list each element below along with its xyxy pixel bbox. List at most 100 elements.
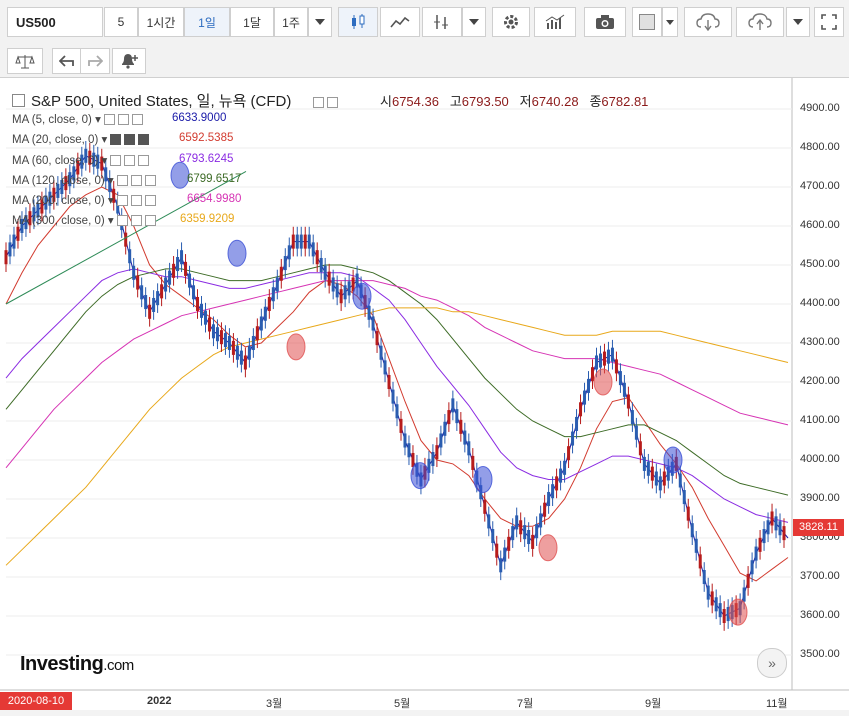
fullscreen-button[interactable] [814,7,844,37]
visibility-icon[interactable] [116,175,128,187]
candle-body [279,266,283,281]
collapse-icon[interactable] [12,93,25,107]
symbol-input[interactable]: US500 [7,7,103,37]
visibility-icon[interactable] [313,96,325,108]
visibility-icon[interactable] [110,155,122,167]
chevron-down-icon [666,19,674,25]
close-icon[interactable] [144,175,156,187]
candle-body [694,538,698,553]
candle-body [495,543,499,558]
low-label: 저 [519,94,532,109]
candle-body [439,433,443,448]
settings-small-icon[interactable] [130,175,142,187]
candle-body [658,476,662,491]
settings-small-icon[interactable] [124,134,136,146]
candle-body [722,608,726,624]
visibility-icon[interactable] [116,215,128,227]
candle-body [152,297,156,312]
candle-body [499,558,503,573]
indicator-ma5[interactable]: MA (5, close, 0) ▾ [12,112,143,126]
candle-body [754,546,758,561]
candle-body [563,460,567,475]
drawing-tools-button[interactable] [422,7,462,37]
candle-body [634,425,638,440]
indicator-ma120[interactable]: MA (120, close, 0) ▾ [12,173,156,187]
save-chart-button[interactable] [736,7,784,37]
indicator-ma120-value: 6799.6517 [187,173,242,185]
screenshot-button[interactable] [584,7,626,37]
y-axis-label: 4300.00 [800,336,840,348]
close-icon[interactable] [144,195,156,207]
candle-body [435,445,439,460]
candle-body [606,349,610,364]
interval-dropdown-button[interactable] [308,7,332,37]
visibility-icon[interactable] [110,134,122,146]
candle-body [543,502,547,517]
candle-body [203,310,207,325]
candle-body [156,291,160,306]
indicator-ma20[interactable]: MA (20, close, 0) ▾ [12,132,150,146]
candle-body [255,326,259,341]
visibility-icon[interactable] [116,195,128,207]
close-icon[interactable] [144,215,156,227]
close-icon[interactable] [131,114,143,126]
candle-body [180,250,184,265]
open-value: 6754.36 [391,94,439,109]
candle-body [487,514,491,529]
settings-small-icon[interactable] [117,114,129,126]
drawing-dropdown-button[interactable] [462,7,486,37]
redo-button[interactable] [80,48,110,74]
indicator-ma300[interactable]: MA (300, close, 0) ▾ [12,213,156,227]
highlight-marker [473,466,493,493]
highlight-marker [410,462,430,490]
x-axis-label: 5월 [394,698,411,710]
candle-body [750,560,754,575]
interval-1hour-button[interactable]: 1시간 [138,7,184,37]
fullscreen-icon [821,14,837,30]
camera-icon [596,15,614,29]
save-dropdown-button[interactable] [786,7,810,37]
close-label: 종 [589,94,602,109]
indicator-label: MA (200, close, 0) [12,195,105,207]
settings-small-icon[interactable] [124,155,136,167]
high-value: 6793.50 [461,94,509,109]
highlight-marker [663,446,683,474]
settings-small-icon[interactable] [130,195,142,207]
indicator-ma300-value: 6359.9209 [180,213,235,225]
scroll-to-latest-button[interactable]: » [757,648,787,678]
color-dropdown-button[interactable] [662,7,678,37]
visibility-icon[interactable] [103,114,115,126]
candlestick-chart-button[interactable] [338,7,378,37]
candle-body [610,347,614,362]
candle-body [247,345,251,360]
add-alert-button[interactable] [112,48,146,74]
indicator-ma60[interactable]: MA (60, close, 0) ▾ [12,153,150,167]
indicator-label: MA (120, close, 0) [12,175,105,187]
interval-1week-button[interactable]: 1주 [274,7,308,37]
candle-body [746,573,750,588]
cursor-date-tag: 2020-08-10 [0,692,72,710]
interval-5-button[interactable]: 5 [104,7,138,37]
settings-small-icon[interactable] [130,215,142,227]
undo-button[interactable] [52,48,82,74]
candle-body [283,256,287,271]
candle-body [231,340,235,355]
candle-body [335,283,339,298]
line-chart-button[interactable] [380,7,420,37]
close-icon[interactable] [138,134,150,146]
interval-1day-button[interactable]: 1일 [184,7,230,37]
chart-color-button[interactable] [632,7,662,37]
interval-1month-button[interactable]: 1달 [230,7,274,37]
drawing-tool-icon [434,15,448,29]
compare-button[interactable] [7,48,43,74]
indicator-ma200[interactable]: MA (200, close, 0) ▾ [12,193,156,207]
settings-small-icon[interactable] [327,96,339,108]
x-axis-label: 2022 [147,695,172,707]
candle-body [192,285,196,300]
logo-suffix: .com [103,657,134,674]
load-chart-button[interactable] [684,7,732,37]
settings-button[interactable] [492,7,530,37]
highlight-marker [593,368,613,396]
indicators-button[interactable] [534,7,576,37]
close-icon[interactable] [138,155,150,167]
